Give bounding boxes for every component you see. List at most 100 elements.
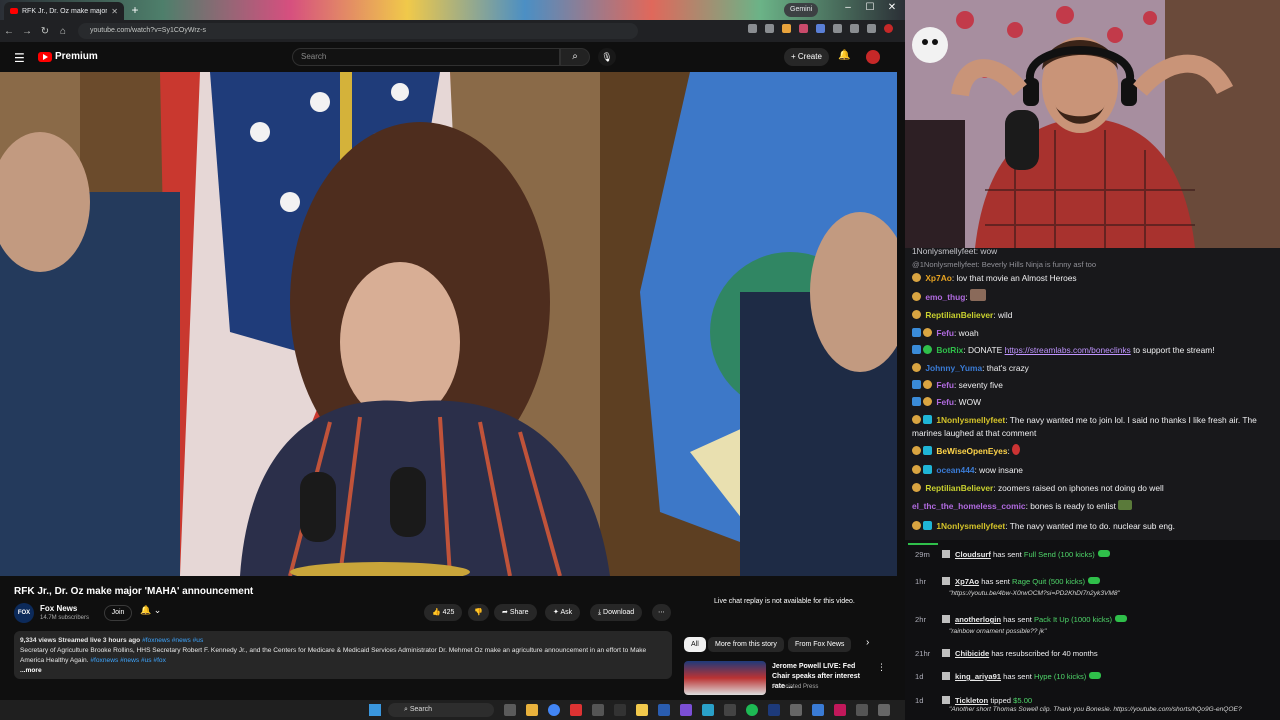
chat-username[interactable]: Fefu <box>936 328 954 338</box>
search-input[interactable]: Search <box>292 48 560 66</box>
chat-username[interactable]: BotRix <box>936 345 963 355</box>
channel-avatar[interactable]: FOX <box>14 603 34 623</box>
close-window-icon[interactable]: ✕ <box>882 2 902 13</box>
chip-all[interactable]: All <box>684 637 706 652</box>
app-icon[interactable] <box>570 704 582 716</box>
event-user[interactable]: Xp7Ao <box>955 577 979 586</box>
meta-tags[interactable]: #foxnews #news #us <box>142 637 203 644</box>
channel-name[interactable]: Fox News <box>40 604 77 613</box>
file-explorer-icon[interactable] <box>526 704 538 716</box>
task-view-icon[interactable] <box>504 704 516 716</box>
chat-link[interactable]: https://streamlabs.com/boneclinks <box>1005 345 1131 355</box>
dislike-button[interactable]: 👎 <box>468 604 489 621</box>
recommended-thumbnail[interactable] <box>684 661 766 695</box>
app-icon[interactable] <box>878 704 890 716</box>
gift-badge-icon <box>923 328 932 337</box>
recommended-menu-icon[interactable]: ⋮ <box>877 662 886 673</box>
app-icon[interactable] <box>702 704 714 716</box>
extension-icon[interactable] <box>867 24 876 33</box>
event-user[interactable]: anotherlogin <box>955 615 1001 624</box>
chip-from-fox-news[interactable]: From Fox News <box>788 637 852 652</box>
profile-icon[interactable] <box>884 24 893 33</box>
chat-message: emo_thug: <box>912 289 1274 304</box>
kick-icon <box>1088 577 1101 584</box>
event-user[interactable]: king_ariya91 <box>955 672 1001 681</box>
chat-username[interactable]: 1Nonlysmellyfeet <box>936 521 1005 531</box>
gift-badge-icon <box>912 273 921 282</box>
maximize-icon[interactable]: ☐ <box>860 2 880 13</box>
chip-more-from-story[interactable]: More from this story <box>708 637 784 652</box>
chat-username[interactable]: 1Nonlysmellyfeet <box>936 415 1005 425</box>
chat-username[interactable]: BeWiseOpenEyes <box>936 446 1007 456</box>
chat-username[interactable]: el_thc_the_homeless_comic <box>912 501 1026 511</box>
extension-icon[interactable] <box>850 24 859 33</box>
youtube-logo[interactable]: Premium <box>38 51 98 62</box>
chat-username[interactable]: ocean444 <box>936 465 974 475</box>
taskbar-search[interactable]: ⌕ Search <box>388 703 494 717</box>
extension-icon[interactable] <box>799 24 808 33</box>
chat-username[interactable]: Fefu <box>936 397 954 407</box>
chrome-icon[interactable] <box>548 704 560 716</box>
share-button[interactable]: ➦ Share <box>494 604 537 621</box>
menu-icon[interactable]: ☰ <box>14 51 25 65</box>
chat-username[interactable]: ReptilianBeliever <box>925 310 993 320</box>
extension-icon[interactable] <box>833 24 842 33</box>
app-icon[interactable] <box>812 704 824 716</box>
extension-icon[interactable] <box>782 24 791 33</box>
chat-username[interactable]: Xp7Ao <box>925 273 952 283</box>
spotify-icon[interactable] <box>746 704 758 716</box>
account-avatar[interactable] <box>866 50 880 64</box>
chat-replay-note: Live chat replay is not available for th… <box>714 598 855 605</box>
back-icon[interactable]: ← <box>0 26 18 37</box>
event-user[interactable]: Cloudsurf <box>955 550 991 559</box>
like-button[interactable]: 👍 425 <box>424 604 463 621</box>
chat-username[interactable]: emo_thug <box>925 292 965 302</box>
search-icon[interactable]: ⌕ <box>560 48 590 66</box>
close-tab-icon[interactable]: ✕ <box>111 7 118 16</box>
minimize-icon[interactable]: – <box>838 2 858 13</box>
gemini-button[interactable]: Gemini <box>784 3 819 17</box>
chat-username[interactable]: Johnny_Yuma <box>925 363 982 373</box>
event-action: has sent <box>992 550 1022 559</box>
notifications-icon[interactable]: 🔔 <box>838 50 850 61</box>
join-button[interactable]: Join <box>104 605 132 621</box>
browser-tab[interactable]: RFK Jr., Dr. Oz make major 'MA ✕ <box>4 2 124 20</box>
app-icon[interactable] <box>856 704 868 716</box>
extension-icon[interactable] <box>765 24 774 33</box>
app-icon[interactable] <box>790 704 802 716</box>
windows-start-icon[interactable] <box>369 704 381 716</box>
video-player[interactable] <box>0 72 897 576</box>
subscribe-bell-icon[interactable]: 🔔 ⌄ <box>140 605 170 621</box>
event-user[interactable]: Chibicide <box>955 649 989 658</box>
description-box[interactable]: 9,334 views Streamed live 3 hours ago #f… <box>14 631 672 679</box>
forward-icon[interactable]: → <box>18 26 36 37</box>
app-icon[interactable] <box>768 704 780 716</box>
chat-username[interactable]: ReptilianBeliever <box>925 483 993 493</box>
ask-button[interactable]: ✦ Ask <box>545 604 581 621</box>
extension-icon[interactable] <box>816 24 825 33</box>
more-actions-icon[interactable]: ⋯ <box>652 604 671 621</box>
event-user[interactable]: Tickleton <box>955 696 988 705</box>
description-tags[interactable]: #foxnews #news #us #fox <box>90 657 166 664</box>
app-icon[interactable] <box>614 704 626 716</box>
url-field[interactable]: youtube.com/watch?v=Sy1COyWrz-s <box>78 23 638 39</box>
app-icon[interactable] <box>680 704 692 716</box>
chat-username[interactable]: Fefu <box>936 380 954 390</box>
create-button[interactable]: + Create <box>784 48 829 66</box>
app-icon[interactable] <box>658 704 670 716</box>
event-time: 1hr <box>915 577 926 586</box>
app-icon[interactable] <box>724 704 736 716</box>
reload-icon[interactable]: ↻ <box>36 26 54 37</box>
home-icon[interactable]: ⌂ <box>54 26 72 37</box>
chevron-right-icon[interactable]: › <box>866 637 869 648</box>
extension-icon[interactable] <box>748 24 757 33</box>
event-item: 21hr Chibicide has resubscribed for 40 mo… <box>915 649 1275 658</box>
folder-icon[interactable] <box>636 704 648 716</box>
app-icon[interactable] <box>834 704 846 716</box>
new-tab-icon[interactable]: + <box>128 3 142 17</box>
app-icon[interactable] <box>592 704 604 716</box>
download-button[interactable]: ⤓ Download <box>590 604 643 621</box>
more-link[interactable]: ...more <box>20 666 666 676</box>
microphone-icon[interactable]: 🎙 <box>598 48 616 66</box>
recommended-channel[interactable]: Associated Press <box>772 684 818 690</box>
